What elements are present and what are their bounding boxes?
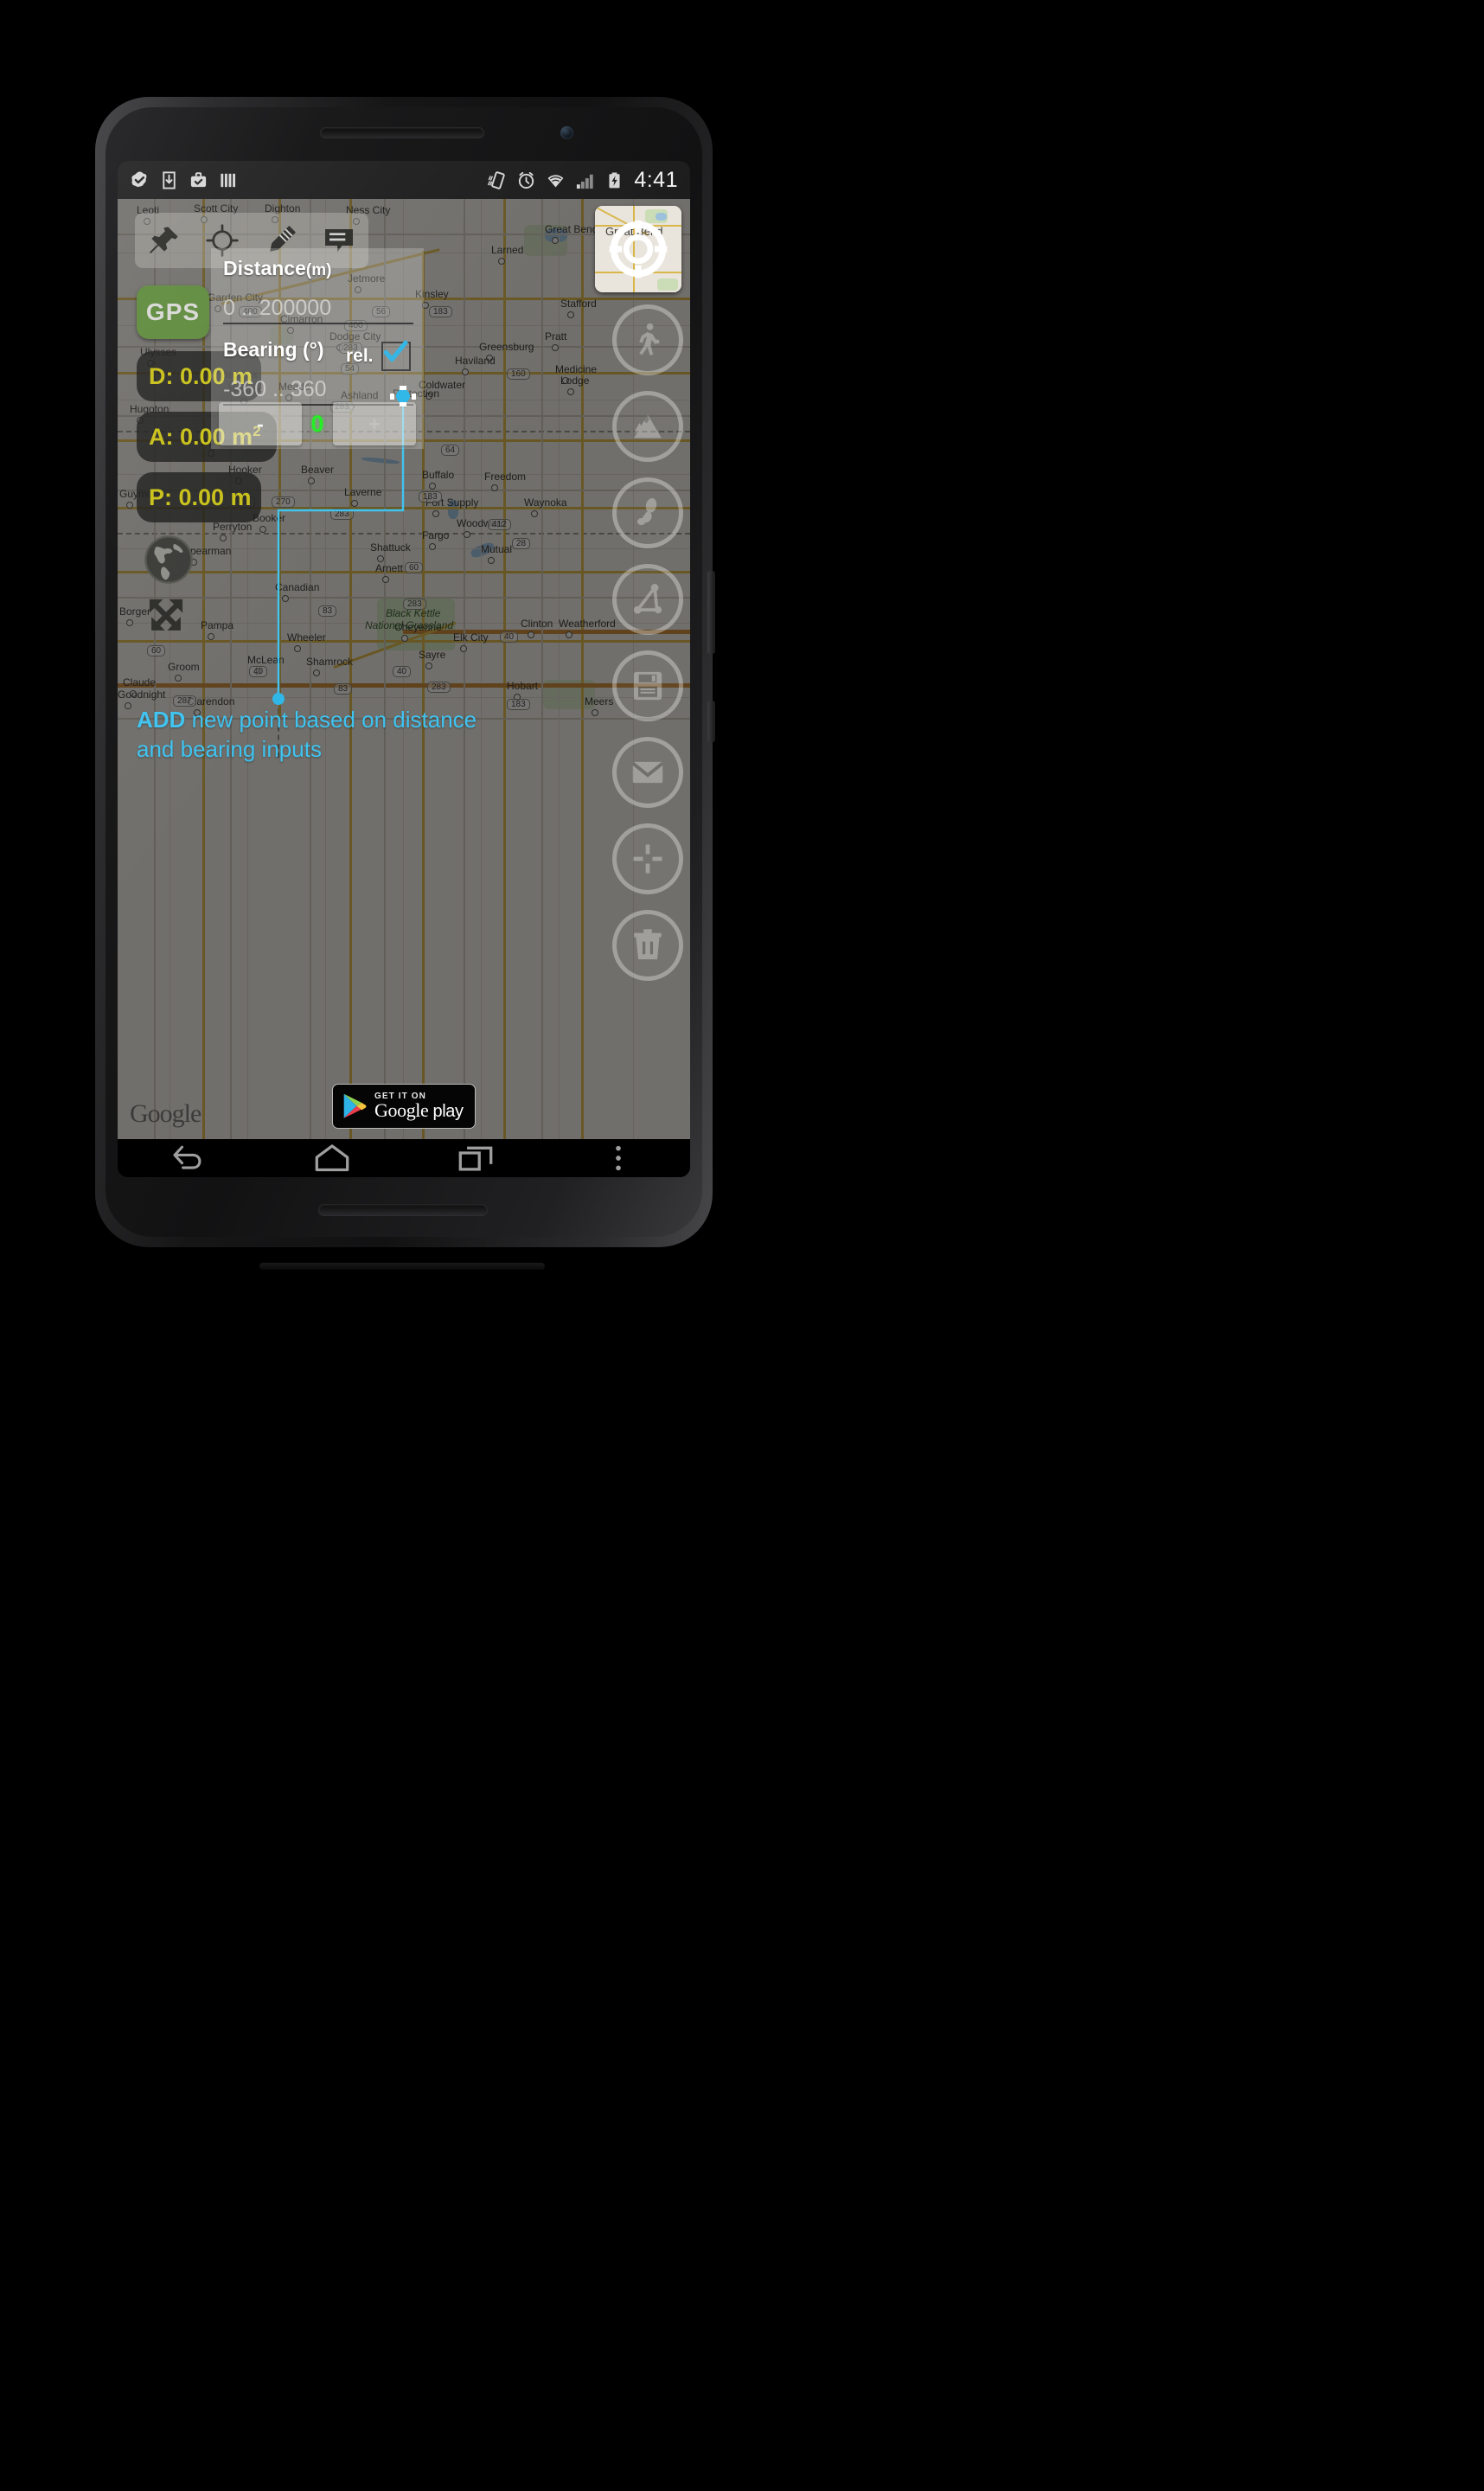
alarm-clock-icon [519,171,534,189]
annotation-text: ADD new point based on distance and bear… [137,706,500,765]
distance-input[interactable]: 0 .. 200000 [223,290,413,324]
distance-unit: (m) [305,261,332,279]
power-button[interactable] [707,571,715,654]
chin-accent [259,1263,545,1270]
minus-label: - [257,412,264,435]
distance-dialog-label: Distance(m) [223,257,332,279]
signal-bars-icon [577,174,594,189]
pin-icon[interactable] [143,219,186,262]
annotation-bold: ADD [137,707,186,733]
annotation-rest: new point based on distance and bearing … [137,707,477,762]
perimeter-chip: P: 0.00 m [137,472,261,522]
earpiece-speaker [320,127,484,138]
vibrate-icon [488,170,506,189]
walk-icon[interactable] [612,304,683,375]
expand-arrows-icon[interactable] [144,593,189,638]
overflow-menu-button[interactable] [592,1141,644,1175]
bars-icon [221,173,236,187]
bearing-dialog-label: Bearing (°) [223,338,324,361]
back-button[interactable] [163,1141,215,1175]
decrement-button[interactable]: - [219,402,302,445]
battery-charging-icon [609,171,620,188]
right-tool-rail[interactable] [612,304,683,981]
increment-button[interactable]: + [333,402,416,445]
recents-button[interactable] [450,1141,502,1175]
gps-crosshair-icon [609,220,668,279]
status-clock: 4:41 [634,167,678,192]
add-point-dialog[interactable]: Distance(m) 0 .. 200000 Bearing (°) rel.… [211,248,424,449]
relative-label: rel. [346,346,374,366]
map-canvas[interactable]: LeotiScott CityDightonNess CityGreat Ben… [118,199,690,1139]
phone-screen: 4:41 GPS D: 0.00 m A: 0.00 m2 P: 0.00 m … [118,161,690,1177]
play-badge-line2: Google play [374,1099,464,1121]
check-badge-icon [131,171,147,187]
checkmark-icon [383,340,408,362]
relative-checkbox[interactable] [381,340,411,371]
volume-button[interactable] [707,701,715,742]
wifi-icon [547,174,564,188]
bearing-placeholder: -360 .. 360 [223,377,327,401]
mountains-icon[interactable] [612,391,683,462]
save-floppy-icon[interactable] [612,650,683,721]
gps-button-label: GPS [145,298,201,325]
status-notification-icons [130,170,238,190]
download-box-icon [163,170,176,189]
perimeter-value: P: 0.00 m [149,483,252,510]
google-play-badge[interactable]: GET IT ON Google play [332,1084,476,1129]
relative-bearing-control[interactable]: rel. [346,340,411,371]
envelope-icon[interactable] [612,737,683,808]
trash-icon[interactable] [612,910,683,981]
bottom-speaker [318,1204,488,1216]
footprint-icon[interactable] [612,477,683,548]
google-play-triangle-icon [343,1093,367,1118]
move-crosshair-icon[interactable] [612,823,683,894]
briefcase-check-icon [190,171,207,187]
home-button[interactable] [306,1141,358,1175]
gps-locate-button[interactable]: Great Bend [595,206,681,292]
android-navigation-bar[interactable] [118,1139,690,1177]
distance-placeholder: 0 .. 200000 [223,296,332,320]
dialog-button-row[interactable]: - 0 + [219,402,416,445]
bearing-input[interactable]: -360 .. 360 [223,371,413,406]
play-badge-text: GET IT ON Google play [374,1092,464,1121]
plus-label: + [368,412,381,435]
counter-value: 0 [310,410,324,437]
globe-icon[interactable] [144,535,194,585]
gps-button[interactable]: GPS [137,285,209,339]
android-status-bar: 4:41 [118,161,690,199]
screenshot-root: 4:41 GPS D: 0.00 m A: 0.00 m2 P: 0.00 m … [0,0,1484,2491]
polygon-area-icon[interactable] [612,564,683,635]
status-system-icons: 4:41 [487,168,678,193]
front-camera-icon [560,126,573,139]
